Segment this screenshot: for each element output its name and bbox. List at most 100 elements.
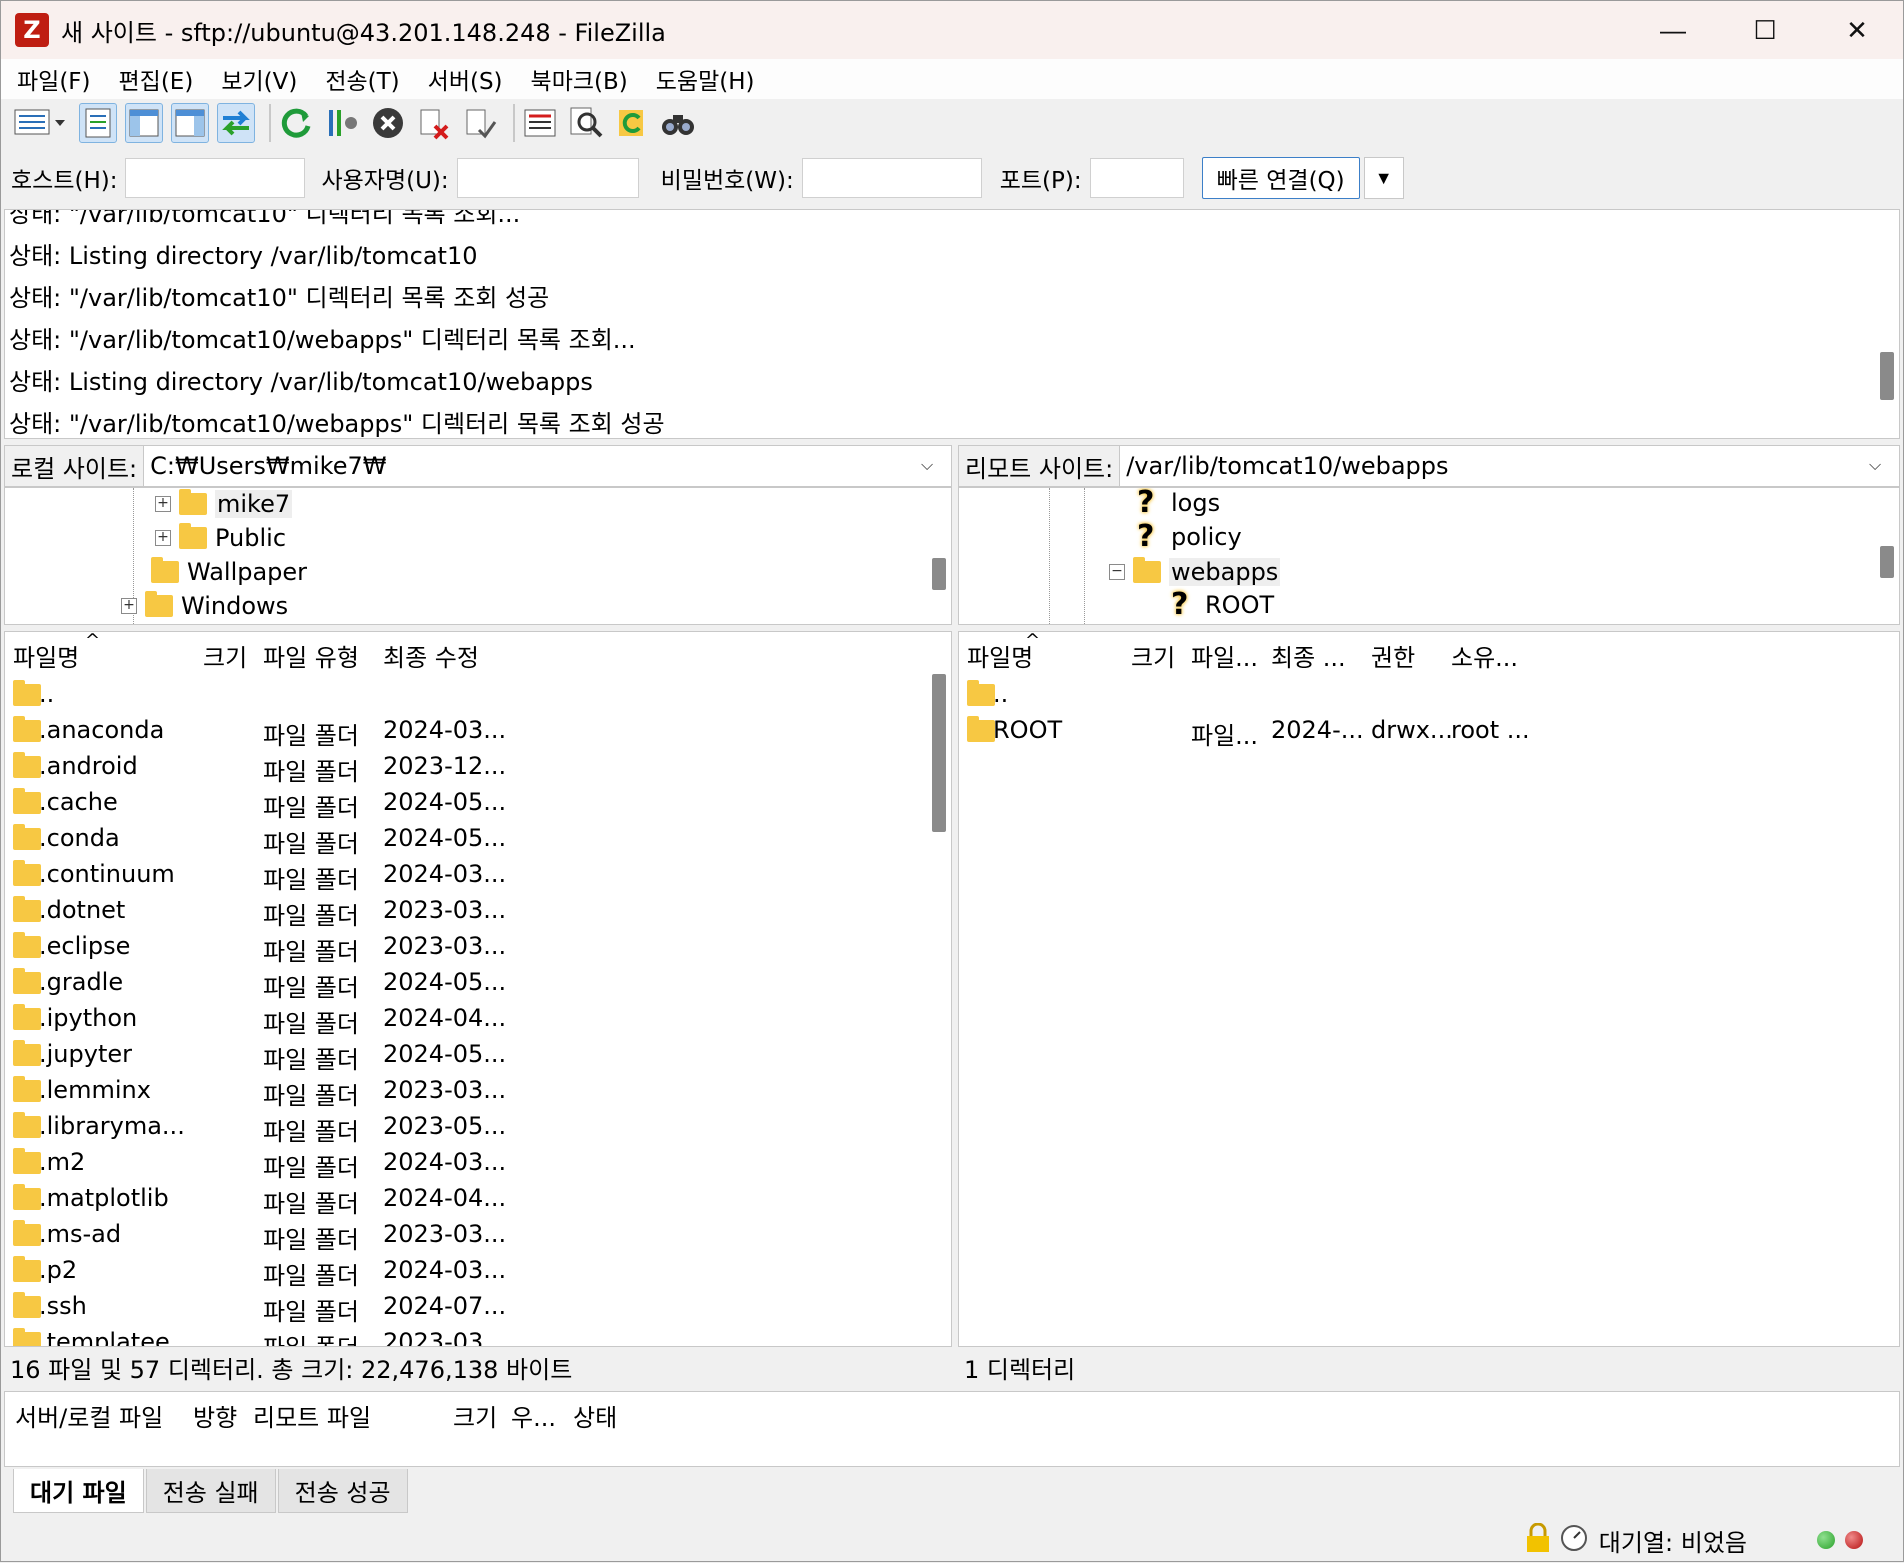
collapse-icon[interactable]: − (1109, 564, 1125, 580)
column-type[interactable]: 파일 유형 (263, 638, 359, 673)
directory-listing-filters-icon[interactable] (521, 103, 559, 143)
compare-directories-icon[interactable] (567, 103, 605, 143)
column-modified[interactable]: 최종 수정 (383, 638, 479, 673)
table-row[interactable]: .cache 파일 폴더 2024-05... (5, 784, 951, 822)
toggle-local-tree-icon[interactable] (125, 103, 163, 143)
column-size[interactable]: 크기 (453, 1398, 497, 1433)
table-row[interactable]: .ssh 파일 폴더 2024-07... (5, 1288, 951, 1326)
log-scrollbar-thumb[interactable] (1880, 352, 1894, 400)
tab-failed-transfers[interactable]: 전송 실패 (145, 1469, 276, 1513)
column-server-local-file[interactable]: 서버/로컬 파일 (15, 1398, 163, 1433)
table-row[interactable]: .templatee 파일 폴더 2023-03... (5, 1324, 951, 1346)
local-list-scrollbar-thumb[interactable] (932, 674, 946, 832)
tree-node[interactable]: ? logs (1137, 488, 1220, 518)
column-status[interactable]: 상태 (573, 1398, 617, 1433)
table-row[interactable]: .m2 파일 폴더 2024-03... (5, 1144, 951, 1182)
table-row[interactable]: .ms-ad 파일 폴더 2023-03... (5, 1216, 951, 1254)
table-row[interactable]: .eclipse 파일 폴더 2023-03... (5, 928, 951, 966)
tab-successful-transfers[interactable]: 전송 성공 (277, 1469, 408, 1513)
expand-icon[interactable]: + (155, 530, 171, 546)
log-scrollbar[interactable] (1877, 210, 1897, 438)
transfer-queue[interactable]: 서버/로컬 파일 방향 리모트 파일 크기 우... 상태 (4, 1391, 1900, 1467)
remote-directory-tree[interactable]: ? logs ? policy − webapps ? ROOT (958, 487, 1900, 625)
expand-icon[interactable]: + (121, 598, 137, 614)
remote-file-list[interactable]: 파일명 ^ 크기 파일... 최종 ... 권한 소유... .. ROOT 파일.… (958, 631, 1900, 1347)
tree-node[interactable]: ? ROOT (1171, 590, 1274, 620)
chevron-down-icon[interactable]: ⌵ (921, 457, 951, 475)
site-manager-icon[interactable] (11, 103, 71, 143)
speed-limit-icon[interactable] (1559, 1523, 1589, 1558)
refresh-icon[interactable] (277, 103, 315, 143)
tree-node[interactable]: + Windows (121, 591, 288, 620)
menu-file[interactable]: 파일(F) (17, 62, 91, 96)
local-file-list[interactable]: 파일명 ^ 크기 파일 유형 최종 수정 .. .anaconda 파일 폴더 202… (4, 631, 952, 1347)
column-filename[interactable]: 파일명 (967, 638, 1033, 673)
local-tree-scrollbar[interactable] (929, 488, 949, 624)
column-size[interactable]: 크기 (1131, 638, 1175, 673)
menu-server[interactable]: 서버(S) (428, 62, 503, 96)
expand-icon[interactable]: + (155, 496, 171, 512)
toggle-message-log-icon[interactable] (79, 103, 117, 143)
cancel-operation-icon[interactable] (369, 103, 407, 143)
local-tree-scrollbar-thumb[interactable] (932, 558, 946, 590)
column-owner[interactable]: 소유... (1451, 638, 1518, 673)
column-priority[interactable]: 우... (511, 1398, 556, 1433)
username-input[interactable] (456, 158, 639, 198)
synchronized-browsing-icon[interactable] (613, 103, 651, 143)
quickconnect-button[interactable]: 빠른 연결(Q) (1201, 157, 1360, 199)
column-filename[interactable]: 파일명 (13, 638, 79, 673)
toggle-transfer-queue-icon[interactable] (217, 103, 255, 143)
table-row[interactable]: .libraryma... 파일 폴더 2023-05... (5, 1108, 951, 1146)
table-row[interactable]: .android 파일 폴더 2023-12... (5, 748, 951, 786)
host-input[interactable] (125, 158, 306, 198)
table-row[interactable]: .conda 파일 폴더 2024-05... (5, 820, 951, 858)
column-modified[interactable]: 최종 ... (1271, 638, 1346, 673)
table-row[interactable]: ROOT 파일... 2024-... drwx... root ... (959, 712, 1899, 750)
column-direction[interactable]: 방향 (193, 1398, 237, 1433)
tree-node[interactable]: ? policy (1137, 522, 1242, 552)
menu-edit[interactable]: 편집(E) (119, 62, 194, 96)
title-bar[interactable]: Z 새 사이트 - sftp://ubuntu@43.201.148.248 -… (1, 1, 1903, 59)
tab-queued-files[interactable]: 대기 파일 (13, 1469, 144, 1513)
tree-node[interactable]: Wallpaper (151, 557, 307, 586)
local-path-input[interactable]: C:₩Users₩mike7₩ (150, 452, 921, 480)
column-permissions[interactable]: 권한 (1371, 638, 1415, 673)
table-row[interactable]: .lemminx 파일 폴더 2023-03... (5, 1072, 951, 1110)
password-input[interactable] (801, 158, 982, 198)
toggle-remote-tree-icon[interactable] (171, 103, 209, 143)
port-input[interactable] (1089, 158, 1184, 198)
chevron-down-icon[interactable]: ⌵ (1869, 457, 1899, 475)
minimize-button[interactable]: — (1627, 1, 1719, 59)
disconnect-icon[interactable] (415, 103, 453, 143)
reconnect-icon[interactable] (461, 103, 499, 143)
maximize-button[interactable]: ☐ (1719, 1, 1811, 59)
column-remote-file[interactable]: 리모트 파일 (253, 1398, 371, 1433)
menu-view[interactable]: 보기(V) (221, 62, 297, 96)
table-row[interactable]: .. (959, 676, 1899, 712)
remote-path-input[interactable]: /var/lib/tomcat10/webapps (1126, 452, 1869, 480)
table-row[interactable]: .. (5, 676, 951, 712)
table-row[interactable]: .anaconda 파일 폴더 2024-03... (5, 712, 951, 750)
table-row[interactable]: .matplotlib 파일 폴더 2024-04... (5, 1180, 951, 1218)
tree-node[interactable]: + Public (155, 523, 286, 552)
table-row[interactable]: .gradle 파일 폴더 2024-05... (5, 964, 951, 1002)
search-remote-files-icon[interactable] (659, 103, 697, 143)
table-row[interactable]: .p2 파일 폴더 2024-03... (5, 1252, 951, 1290)
menu-transfer[interactable]: 전송(T) (325, 62, 399, 96)
remote-tree-scrollbar[interactable] (1877, 488, 1897, 624)
tree-node[interactable]: + mike7 (155, 489, 293, 518)
tree-node[interactable]: − webapps (1109, 557, 1281, 586)
close-button[interactable]: ✕ (1811, 1, 1903, 59)
column-size[interactable]: 크기 (203, 638, 247, 673)
message-log[interactable]: 상태: "/var/lib/tomcat10" 디렉터리 목록 조회... 상태… (4, 209, 1900, 439)
table-row[interactable]: .continuum 파일 폴더 2024-03... (5, 856, 951, 894)
column-type[interactable]: 파일... (1191, 638, 1258, 673)
menu-help[interactable]: 도움말(H) (656, 62, 755, 96)
table-row[interactable]: .jupyter 파일 폴더 2024-05... (5, 1036, 951, 1074)
table-row[interactable]: .ipython 파일 폴더 2024-04... (5, 1000, 951, 1038)
remote-tree-scrollbar-thumb[interactable] (1880, 546, 1894, 578)
menu-bookmarks[interactable]: 북마크(B) (531, 62, 628, 96)
local-list-scrollbar[interactable] (929, 674, 949, 1346)
quickconnect-dropdown-icon[interactable]: ▼ (1363, 157, 1404, 199)
local-directory-tree[interactable]: + mike7 + Public Wallpaper + Windows (4, 487, 952, 625)
